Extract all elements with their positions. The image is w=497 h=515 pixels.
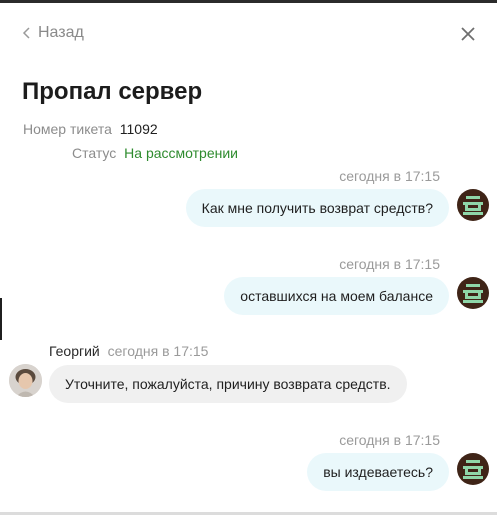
outgoing-message-bubble: вы издеваетесь? bbox=[307, 453, 449, 491]
message-timestamp: сегодня в 17:15 bbox=[107, 343, 209, 359]
sender-name: Георгий bbox=[49, 343, 100, 359]
chevron-left-icon bbox=[22, 27, 30, 39]
message-sender-row: Георгий сегодня в 17:15 bbox=[49, 343, 208, 359]
back-label: Назад bbox=[38, 24, 84, 41]
ticket-number-value: 11092 bbox=[119, 121, 158, 137]
outgoing-message-bubble: Как мне получить возврат средств? bbox=[185, 189, 449, 227]
close-icon[interactable] bbox=[458, 24, 478, 44]
page-title: Пропал сервер bbox=[22, 78, 203, 105]
agent-avatar bbox=[9, 364, 42, 397]
user-avatar-icon bbox=[457, 277, 489, 309]
ticket-status-value: На рассмотрении bbox=[124, 145, 238, 161]
user-avatar-icon bbox=[457, 189, 489, 221]
ticket-number-row: Номер тикета 11092 bbox=[23, 121, 158, 137]
ticket-status-label: Статус bbox=[72, 145, 117, 161]
message-timestamp: сегодня в 17:15 bbox=[339, 432, 440, 448]
user-avatar-icon bbox=[457, 453, 489, 485]
ticket-number-label: Номер тикета bbox=[23, 121, 112, 137]
back-button[interactable]: Назад bbox=[20, 22, 84, 44]
outgoing-message-bubble: оставшихся на моем балансе bbox=[224, 277, 449, 315]
message-timestamp: сегодня в 17:15 bbox=[339, 256, 440, 272]
ticket-status-row: Статус На рассмотрении bbox=[72, 145, 238, 161]
window-top-edge bbox=[0, 0, 497, 3]
message-timestamp: сегодня в 17:15 bbox=[339, 168, 440, 184]
window-left-edge bbox=[0, 298, 2, 340]
incoming-message-bubble: Уточните, пожалуйста, причину возврата с… bbox=[49, 365, 407, 403]
